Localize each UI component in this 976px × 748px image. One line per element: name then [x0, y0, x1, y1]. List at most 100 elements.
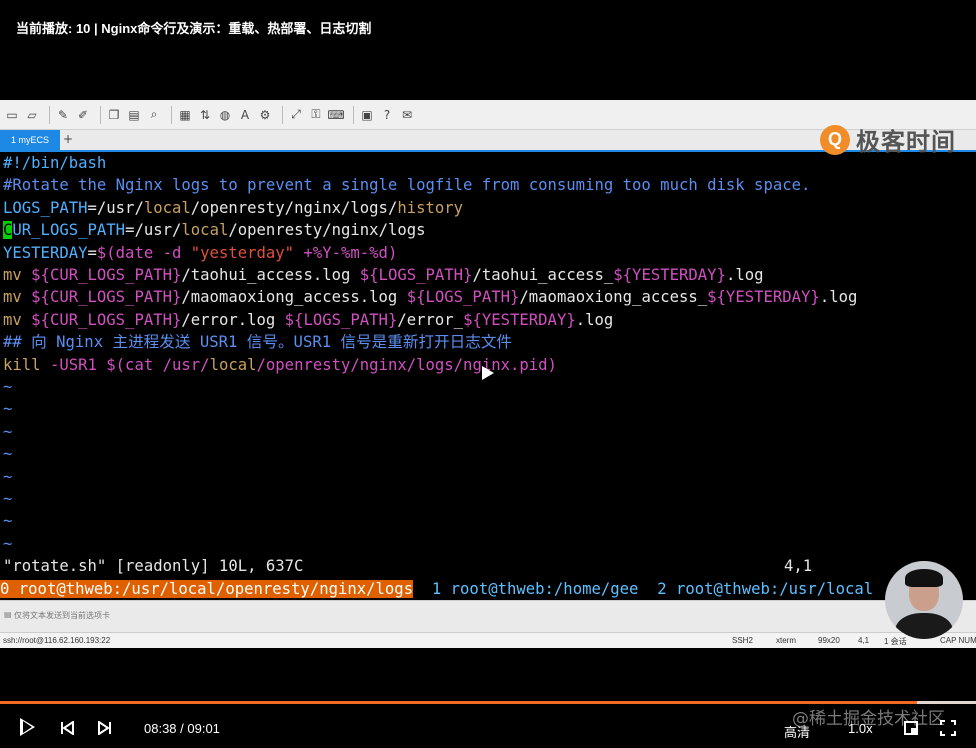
add-tab-button[interactable]: + — [62, 132, 74, 146]
app-status-row: ssh://root@116.62.160.193:22 SSH2 xterm … — [0, 632, 976, 649]
presenter-webcam — [885, 561, 963, 639]
toolbar-separator — [171, 105, 172, 124]
terminal-empty-line: ~ — [3, 422, 13, 441]
compose-icon[interactable]: ▣ — [359, 107, 375, 123]
terminal-token: mv — [3, 288, 32, 307]
fullscreen-icon[interactable]: ⤢ — [288, 107, 304, 123]
terminal-line: kill -USR1 $(cat /usr/local/openresty/ng… — [3, 354, 557, 376]
terminal-token: /maomaoxiong_access.log — [181, 288, 407, 307]
terminal-token: ${CUR_LOGS_PATH} — [31, 288, 182, 307]
terminal-token: ${LOGS_PATH} — [284, 310, 398, 329]
quality-button[interactable]: 高清 — [784, 722, 810, 741]
play-overlay-icon[interactable] — [482, 366, 494, 380]
paste-icon[interactable]: ▤ — [126, 107, 142, 123]
fullscreen-icon[interactable] — [940, 720, 956, 736]
terminal-line: mv ${CUR_LOGS_PATH}/error.log ${LOGS_PAT… — [3, 309, 613, 331]
tmux-window-2[interactable]: 2 root@thweb:/usr/local — [638, 580, 873, 598]
terminal-empty-line: ~ — [3, 445, 13, 464]
toolbar-separator — [353, 105, 354, 124]
terminal-line: YESTERDAY=$(date -d "yesterday" +%Y-%m-%… — [3, 242, 397, 264]
terminal-line: #!/bin/bash — [3, 152, 106, 174]
toolbar-separator — [100, 105, 101, 124]
terminal-token: /openresty/nginx/logs/nginx.pid) — [256, 355, 557, 374]
terminal-token: =/usr/ — [125, 221, 182, 240]
terminal-empty-line: ~ — [3, 378, 13, 396]
open-icon[interactable]: ▱ — [24, 107, 40, 123]
tmux-status-bar: 0 root@thweb:/usr/local/openresty/nginx/… — [0, 578, 976, 600]
previous-icon[interactable] — [60, 721, 74, 735]
status-size: 99x20 — [818, 636, 840, 645]
terminal-line: mv ${CUR_LOGS_PATH}/taohui_access.log ${… — [3, 264, 764, 286]
font-icon[interactable]: A — [237, 107, 253, 123]
terminal-token: ${YESTERDAY} — [463, 310, 576, 329]
geektime-logo-icon: Q — [820, 124, 850, 155]
terminal-token: .log — [725, 266, 764, 284]
status-protocol: SSH2 — [732, 636, 753, 645]
terminal-empty-line: ~ — [3, 490, 13, 508]
terminal-token: = — [87, 243, 97, 262]
terminal-token: /openresty/nginx/logs — [228, 221, 426, 240]
terminal-token: -USR1 $(cat /usr/ — [49, 355, 210, 374]
terminal-token: local — [209, 355, 257, 374]
terminal-screen[interactable]: #!/bin/bash #Rotate the Nginx logs to pre… — [0, 152, 976, 578]
terminal-token: /taohui_access_ — [472, 266, 614, 284]
find-icon[interactable]: ⌕ — [146, 107, 162, 123]
terminal-line: mv ${CUR_LOGS_PATH}/maomaoxiong_access.l… — [3, 286, 857, 308]
terminal-token: mv — [3, 310, 32, 329]
status-host: ssh://root@116.62.160.193:22 — [3, 636, 111, 645]
terminal-cursor: C — [3, 221, 13, 240]
status-position: 4,1 — [858, 636, 870, 645]
transfer-icon[interactable]: ⇅ — [197, 107, 213, 123]
terminal-token: .log — [819, 288, 858, 307]
terminal-token: local — [143, 198, 191, 217]
terminal-token: "yesterday" — [190, 243, 295, 262]
tmux-window-1[interactable]: 1 root@thweb:/home/gee — [413, 580, 639, 598]
print-icon[interactable]: ▦ — [177, 107, 193, 123]
terminal-token: /maomaoxiong_access_ — [519, 288, 708, 307]
vim-status-message: "rotate.sh" [readonly] 10L, 637C — [3, 557, 304, 576]
terminal-token: .log — [575, 310, 614, 329]
toolbar-separator — [49, 105, 50, 124]
globe-icon[interactable]: ◍ — [217, 107, 233, 123]
terminal-token: $(date -d — [96, 243, 191, 262]
terminal-token: local — [181, 221, 229, 240]
time-display: 08:38 / 09:01 — [144, 721, 220, 736]
script-icon[interactable]: ⚙ — [257, 107, 273, 123]
send-text-bar[interactable]: ▤ 仅将文本发送到当前选项卡 — [0, 600, 976, 633]
pip-icon[interactable] — [904, 721, 918, 735]
speed-button[interactable]: 1.0x — [848, 721, 873, 736]
vim-cursor-position: 4,1 — [784, 557, 813, 576]
terminal-token: /taohui_access.log — [181, 266, 360, 284]
terminal-line: LOGS_PATH=/usr/local/openresty/nginx/log… — [3, 197, 463, 219]
presenter-body — [895, 613, 953, 639]
terminal-token: YESTERDAY — [3, 243, 88, 262]
help-icon[interactable]: ? — [379, 107, 395, 123]
video-title: 当前播放: 10 | Nginx命令行及演示：重载、热部署、日志切割 — [16, 21, 372, 36]
player-controls: @稀土掘金技术社区 08:38 / 09:01 高清 1.0x — [0, 648, 976, 748]
terminal-line: ## 向 Nginx 主进程发送 USR1 信号。USR1 信号是重新打开日志文… — [3, 331, 512, 353]
toolbar-separator — [282, 105, 283, 124]
lock-icon[interactable]: ⚿ — [308, 107, 324, 123]
terminal-token: ## 向 Nginx 主进程发送 USR1 信号。USR1 信号是重新打开日志文… — [3, 333, 513, 352]
terminal-token: mv — [3, 266, 32, 284]
terminal-token: kill — [3, 355, 50, 374]
terminal-token: LOGS_PATH — [3, 198, 88, 217]
terminal-token: ${CUR_LOGS_PATH} — [31, 310, 182, 329]
terminal-token: /error_ — [397, 310, 464, 329]
next-icon[interactable] — [98, 721, 112, 735]
terminal-token: ${CUR_LOGS_PATH} — [31, 266, 182, 284]
play-icon[interactable] — [20, 718, 35, 736]
properties-icon[interactable]: ✐ — [75, 107, 91, 123]
keyboard-icon[interactable]: ⌨ — [327, 107, 344, 123]
status-terminal: xterm — [776, 636, 796, 645]
tab-session[interactable]: 1 myECS — [0, 130, 60, 150]
terminal-token: ${LOGS_PATH} — [359, 266, 473, 284]
video-header: 当前播放: 10 | Nginx命令行及演示：重载、热部署、日志切割 — [0, 0, 976, 100]
terminal-token: UR_LOGS_PATH — [12, 221, 126, 240]
tmux-window-0[interactable]: 0 root@thweb:/usr/local/openresty/nginx/… — [0, 580, 414, 598]
terminal-line: #Rotate the Nginx logs to prevent a sing… — [3, 174, 810, 196]
chat-icon[interactable]: ✉ — [399, 107, 415, 123]
edit-icon[interactable]: ✎ — [55, 107, 71, 123]
copy-icon[interactable]: ❐ — [106, 107, 122, 123]
new-session-icon[interactable]: ▭ — [4, 107, 20, 123]
